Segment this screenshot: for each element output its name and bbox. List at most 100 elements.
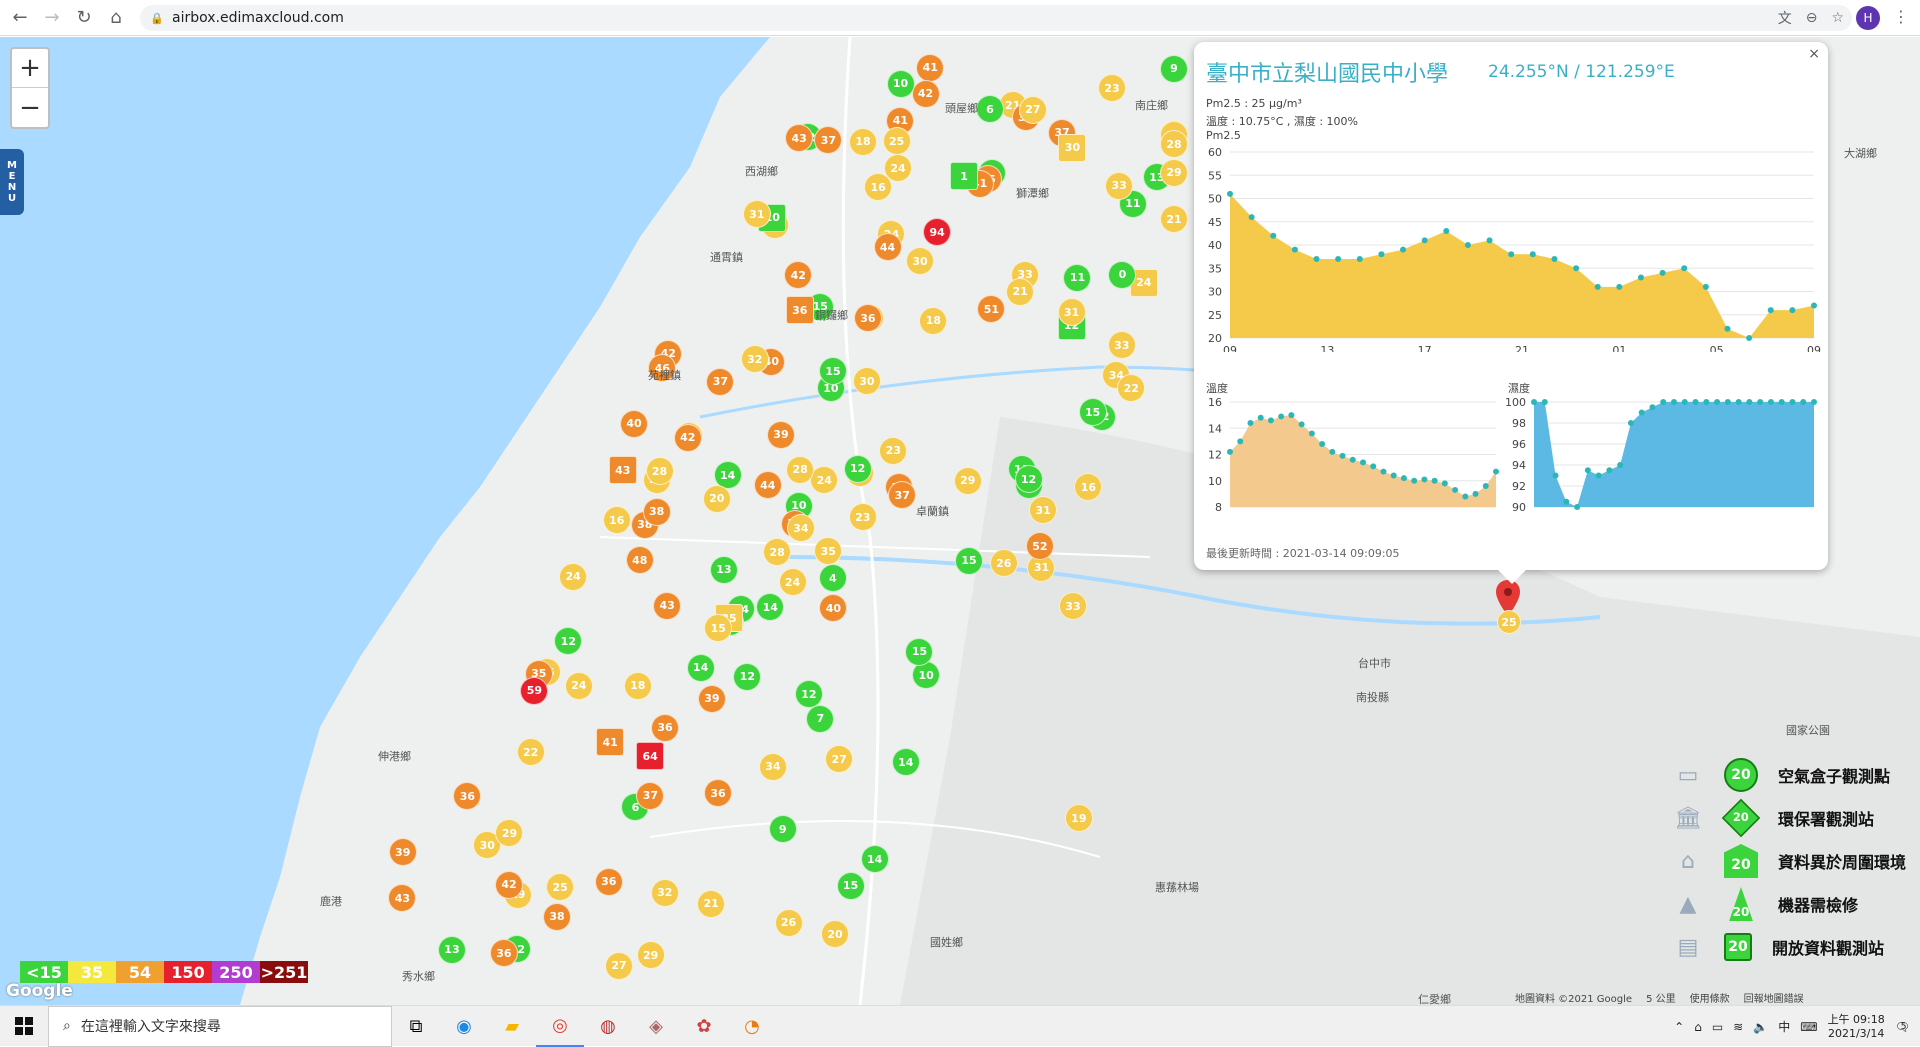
data-point[interactable]	[1270, 232, 1277, 239]
data-point[interactable]	[1637, 274, 1644, 281]
data-point[interactable]	[1308, 430, 1315, 437]
data-point[interactable]	[1551, 255, 1558, 262]
data-point[interactable]	[1288, 412, 1295, 419]
data-point[interactable]	[1735, 399, 1742, 405]
station-marker[interactable]: 25	[882, 127, 911, 156]
forward-icon[interactable]: →	[40, 6, 64, 30]
station-marker[interactable]: 34	[786, 514, 815, 543]
data-point[interactable]	[1390, 472, 1397, 479]
task-view-icon[interactable]: ⧉	[392, 1006, 440, 1047]
station-marker[interactable]: 30	[906, 247, 935, 276]
station-marker[interactable]: 39	[388, 838, 417, 867]
data-point[interactable]	[1227, 190, 1233, 197]
station-marker[interactable]: 31	[1057, 298, 1086, 327]
keyboard-icon[interactable]: ⌨	[1800, 1020, 1817, 1034]
data-point[interactable]	[1529, 251, 1536, 258]
data-point[interactable]	[1531, 399, 1537, 405]
data-point[interactable]	[1649, 404, 1656, 411]
data-point[interactable]	[1464, 242, 1471, 248]
selected-station-marker[interactable]: 25	[1497, 610, 1521, 634]
data-point[interactable]	[1482, 483, 1489, 489]
station-marker[interactable]: 24	[559, 562, 588, 591]
data-point[interactable]	[1541, 399, 1548, 405]
data-point[interactable]	[1227, 448, 1233, 455]
data-point[interactable]	[1319, 441, 1326, 447]
data-point[interactable]	[1431, 477, 1438, 484]
data-point[interactable]	[1638, 409, 1645, 416]
station-marker[interactable]: 12	[733, 662, 762, 691]
battery-icon[interactable]: ▭	[1712, 1020, 1723, 1034]
edge-icon[interactable]: ◉	[440, 1006, 488, 1047]
data-point[interactable]	[1339, 452, 1346, 459]
data-point[interactable]	[1370, 463, 1377, 470]
data-point[interactable]	[1508, 251, 1515, 258]
station-marker[interactable]: 48	[625, 546, 654, 575]
station-marker[interactable]: 36	[594, 867, 623, 896]
station-marker[interactable]: 30	[1058, 133, 1087, 162]
data-point[interactable]	[1746, 335, 1753, 341]
station-marker[interactable]: 43	[608, 456, 637, 485]
station-marker[interactable]: 21	[1006, 277, 1035, 306]
volume-icon[interactable]: 🔈	[1753, 1020, 1768, 1034]
station-marker[interactable]: 15	[905, 637, 934, 666]
station-marker[interactable]: 59	[520, 676, 549, 705]
data-point[interactable]	[1778, 399, 1785, 405]
station-marker[interactable]: 13	[709, 555, 738, 584]
station-marker[interactable]: 20	[702, 484, 731, 513]
home-icon[interactable]: ⌂	[104, 6, 128, 30]
app-icon[interactable]: ◍	[584, 1006, 632, 1047]
data-point[interactable]	[1692, 399, 1699, 405]
chevron-up-icon[interactable]: ⌃	[1674, 1020, 1684, 1034]
station-marker[interactable]: 9	[1160, 54, 1188, 83]
data-point[interactable]	[1703, 399, 1710, 405]
data-point[interactable]	[1291, 246, 1298, 253]
station-marker[interactable]: 31	[742, 200, 771, 229]
station-marker[interactable]: 24	[564, 671, 593, 700]
station-marker[interactable]: 39	[766, 420, 795, 449]
data-point[interactable]	[1356, 255, 1363, 262]
menu-tab[interactable]: MENU	[0, 149, 24, 215]
notifications-icon[interactable]: 🗨 5	[1895, 1020, 1910, 1034]
data-point[interactable]	[1702, 283, 1709, 290]
station-marker[interactable]: 6	[975, 95, 1004, 124]
data-point[interactable]	[1400, 475, 1407, 482]
data-point[interactable]	[1486, 237, 1493, 244]
app-icon[interactable]: ◈	[632, 1006, 680, 1047]
data-point[interactable]	[1462, 493, 1469, 500]
station-marker[interactable]: 38	[543, 902, 572, 931]
data-point[interactable]	[1443, 228, 1450, 235]
browser-menu-icon[interactable]: ⋮	[1893, 7, 1909, 26]
data-point[interactable]	[1724, 325, 1731, 332]
network-icon[interactable]: ⌂	[1694, 1020, 1702, 1034]
station-marker[interactable]: 28	[1160, 130, 1188, 159]
station-marker[interactable]: 42	[673, 423, 702, 452]
station-marker[interactable]: 64	[636, 742, 665, 771]
data-point[interactable]	[1257, 414, 1264, 421]
data-point[interactable]	[1659, 269, 1666, 276]
station-marker[interactable]: 14	[891, 748, 920, 777]
data-point[interactable]	[1811, 302, 1817, 309]
data-point[interactable]	[1421, 237, 1428, 244]
app-icon[interactable]: ✿	[680, 1006, 728, 1047]
station-marker[interactable]: 29	[953, 466, 982, 495]
station-marker[interactable]: 15	[955, 546, 984, 575]
reload-icon[interactable]: ↻	[72, 6, 96, 30]
chrome-icon[interactable]: ◎	[536, 1006, 584, 1047]
map-canvas[interactable]: 23 24 21 17 14 12 26 38 24 24 21 20 15 1 32 31 8 21 14 13 11…	[0, 37, 1920, 1005]
station-marker[interactable]: 15	[836, 871, 865, 900]
station-marker[interactable]: 1	[950, 162, 979, 191]
station-marker[interactable]: 31	[1029, 496, 1058, 525]
terms-link[interactable]: 使用條款	[1690, 990, 1730, 1005]
data-point[interactable]	[1247, 420, 1254, 426]
data-point[interactable]	[1616, 283, 1623, 290]
data-point[interactable]	[1789, 307, 1796, 314]
report-error-link[interactable]: 回報地圖錯誤	[1744, 990, 1804, 1005]
station-marker[interactable]: 42	[911, 79, 940, 108]
data-point[interactable]	[1746, 399, 1753, 405]
data-point[interactable]	[1313, 255, 1320, 262]
station-marker[interactable]: 28	[786, 455, 815, 484]
data-point[interactable]	[1378, 251, 1385, 258]
bookmark-star-icon[interactable]: ☆	[1831, 10, 1844, 26]
station-marker[interactable]: 14	[686, 653, 715, 682]
station-marker[interactable]: 15	[1078, 398, 1107, 427]
